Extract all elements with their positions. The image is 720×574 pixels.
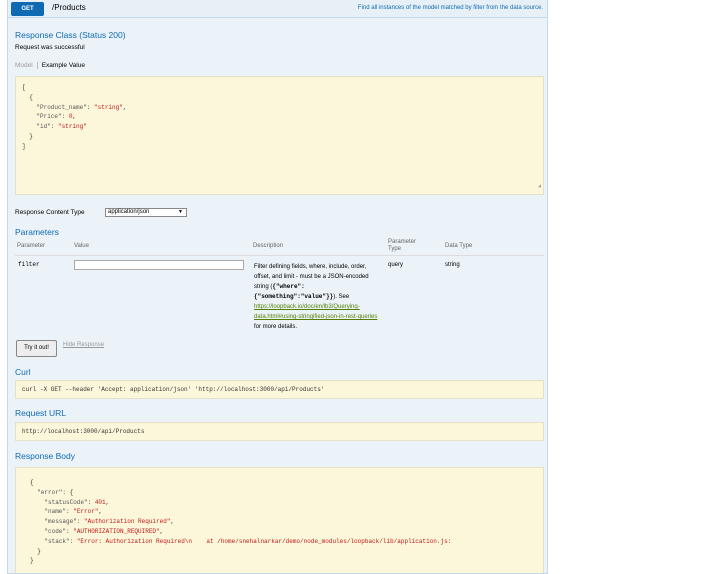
- code-punctuation: {: [69, 488, 74, 496]
- response-message: Request was successful: [15, 44, 85, 51]
- header-data-type: Data Type: [445, 243, 473, 249]
- param-data-type: string: [445, 262, 460, 268]
- json-value: "Error: Authorization Required\n at /hom…: [76, 537, 452, 545]
- chevron-down-icon: ▼: [178, 209, 183, 215]
- json-value: "Error": [73, 508, 99, 516]
- code-punctuation: {: [22, 93, 33, 101]
- request-url-title: Request URL: [15, 408, 67, 418]
- code-punctuation: ,: [159, 527, 164, 535]
- header-parameter: Parameter: [17, 243, 46, 249]
- example-line: "id": "string": [22, 122, 537, 132]
- json-key: "code":: [30, 527, 74, 535]
- select-value: application/json: [108, 209, 150, 215]
- code-punctuation: }: [22, 132, 33, 140]
- try-it-out-button[interactable]: Try it out!: [16, 340, 57, 357]
- querying-docs-link[interactable]: https://loopback.io/doc/en/lb3/Querying-…: [254, 304, 377, 320]
- json-value: 401: [94, 498, 106, 506]
- json-key: "Price":: [22, 113, 69, 121]
- response-body-box[interactable]: { "error": { "statusCode": 401, "name": …: [15, 467, 544, 573]
- json-key: "name":: [30, 508, 74, 516]
- response-class-title: Response Class (Status 200): [15, 30, 126, 40]
- json-key: "message":: [30, 518, 85, 526]
- filter-input[interactable]: [74, 260, 244, 270]
- response-line: "stack": "Error: Authorization Required\…: [30, 537, 529, 547]
- response-body-title: Response Body: [15, 451, 76, 461]
- example-line: ]: [22, 142, 537, 152]
- code-punctuation: ]: [22, 142, 26, 150]
- json-value: "AUTHORIZATION_REQUIRED": [73, 527, 160, 535]
- json-value: "Authorization Required": [84, 518, 171, 526]
- header-parameter-type-line2: Type: [388, 246, 402, 252]
- code-punctuation: }: [30, 547, 41, 555]
- example-line: "Product_name": "string",: [22, 103, 537, 113]
- header-parameter-type: Parameter Type: [388, 239, 416, 253]
- endpoint-path[interactable]: /Products: [52, 3, 86, 12]
- curl-title: Curl: [15, 367, 31, 377]
- example-line: }: [22, 132, 537, 142]
- desc-text-2: ). See: [333, 294, 350, 300]
- response-line: "code": "AUTHORIZATION_REQUIRED",: [30, 527, 529, 537]
- example-line: [: [22, 83, 537, 93]
- param-name: filter: [18, 261, 40, 268]
- code-punctuation: ,: [122, 103, 127, 111]
- desc-text-3: for more details.: [254, 324, 298, 330]
- response-line: }: [30, 556, 529, 566]
- table-divider: [15, 255, 544, 256]
- response-line: "statusCode": 401,: [30, 498, 529, 508]
- example-line: "Price": 0,: [22, 112, 537, 122]
- tab-example-value[interactable]: Example Value: [38, 62, 85, 69]
- header-parameter-type-line1: Parameter: [388, 239, 417, 245]
- header-description: Description: [253, 243, 284, 249]
- code-punctuation: ,: [98, 508, 103, 516]
- json-key: "statusCode":: [30, 498, 95, 506]
- resize-handle-icon[interactable]: ◢: [538, 182, 541, 192]
- tab-model[interactable]: Model: [15, 62, 38, 69]
- curl-text: curl -X GET --header 'Accept: applicatio…: [22, 386, 325, 393]
- response-line: "message": "Authorization Required",: [30, 517, 529, 527]
- json-key: "error":: [30, 488, 70, 496]
- response-content-type-label: Response Content Type: [15, 209, 85, 216]
- json-key: "stack":: [30, 537, 77, 545]
- header-value: Value: [74, 243, 89, 249]
- response-content-type-select[interactable]: application/json ▼: [105, 208, 187, 217]
- json-key: "id":: [22, 123, 59, 131]
- request-url-text: http://localhost:3000/api/Products: [22, 428, 145, 435]
- request-url-box: http://localhost:3000/api/Products: [15, 422, 544, 441]
- model-tabs: Model Example Value: [15, 62, 85, 69]
- operation-panel: GET /Products Find all instances of the …: [7, 0, 548, 574]
- code-punctuation: [: [22, 84, 26, 91]
- code-punctuation: {: [30, 479, 34, 486]
- param-description: Filter defining fields, where, include, …: [254, 262, 384, 332]
- param-type: query: [388, 262, 404, 268]
- response-line: {: [30, 478, 529, 488]
- endpoint-summary[interactable]: Find all instances of the model matched …: [358, 5, 543, 11]
- response-line: "error": {: [30, 488, 529, 498]
- operation-heading[interactable]: GET /Products Find all instances of the …: [8, 0, 547, 18]
- json-value: "string": [94, 103, 123, 111]
- example-code: [ { "Product_name": "string", "Price": 0…: [22, 83, 537, 152]
- code-punctuation: ,: [105, 498, 110, 506]
- json-key: "Product_name":: [22, 103, 95, 111]
- code-punctuation: }: [30, 557, 34, 565]
- response-line: }: [30, 547, 529, 557]
- example-value-textarea[interactable]: [ { "Product_name": "string", "Price": 0…: [15, 76, 544, 195]
- http-method-badge[interactable]: GET: [11, 2, 44, 16]
- code-punctuation: ,: [72, 113, 77, 121]
- response-line: "name": "Error",: [30, 507, 529, 517]
- parameters-title: Parameters: [15, 227, 59, 237]
- curl-command: curl -X GET --header 'Accept: applicatio…: [15, 380, 544, 399]
- hide-response-link[interactable]: Hide Response: [63, 342, 104, 348]
- code-punctuation: ,: [170, 518, 175, 526]
- json-value: "string": [58, 123, 87, 131]
- example-line: {: [22, 93, 537, 103]
